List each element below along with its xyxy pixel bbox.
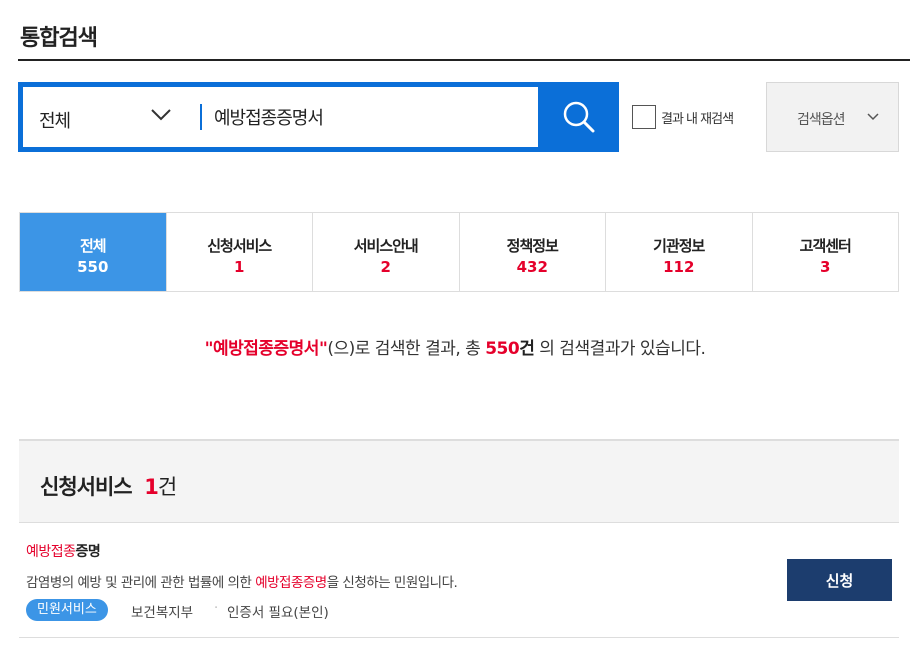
section-header: 신청서비스 1건: [19, 439, 899, 523]
result-auth-requirement: 인증서 필요(본인): [227, 605, 329, 621]
tab-count: 3: [820, 258, 831, 276]
search-bar: 전체: [18, 82, 619, 152]
search-input[interactable]: [208, 87, 533, 147]
category-tabs: 전체 550 신청서비스 1 서비스안내 2 정책정보 432 기관정보 112…: [19, 212, 899, 292]
tab-count: 432: [516, 258, 548, 276]
tab-count: 2: [380, 258, 391, 276]
tab-label: 전체: [79, 237, 107, 255]
result-agency: 보건복지부: [131, 605, 194, 621]
text-cursor: [200, 104, 202, 130]
resort-checkbox[interactable]: [632, 105, 656, 129]
search-field-wrapper: 전체: [23, 87, 538, 147]
resort-checkbox-label[interactable]: 결과 내 재검색: [661, 108, 734, 127]
list-item: 예방접종증명 감염병의 예방 및 관리에 관한 법률에 의한 예방접종증명을 신…: [19, 523, 899, 638]
tab-application-service[interactable]: 신청서비스 1: [165, 213, 312, 291]
tab-policy-info[interactable]: 정책정보 432: [458, 213, 605, 291]
apply-button[interactable]: 신청: [787, 559, 892, 601]
summary-tail-text: 의 검색결과가 있습니다.: [534, 339, 706, 359]
chevron-down-icon: [151, 109, 171, 121]
search-icon: [563, 101, 594, 133]
summary-keyword: 예방접종증명서: [212, 339, 319, 359]
search-scope-select[interactable]: 전체: [23, 87, 198, 147]
tab-label: 고객센터: [799, 237, 852, 255]
tab-all[interactable]: 전체 550: [20, 213, 166, 291]
category-badge: 민원서비스: [26, 599, 108, 621]
search-scope-value: 전체: [39, 111, 71, 132]
section-title-text: 신청서비스: [40, 475, 133, 499]
result-desc-pre: 감염병의 예방 및 관리에 관한 법률에 의한: [26, 575, 256, 591]
result-desc-highlight: 예방접종증명: [255, 575, 327, 591]
tab-label: 기관정보: [653, 237, 705, 255]
tab-customer-center[interactable]: 고객센터 3: [751, 213, 898, 291]
tab-service-guide[interactable]: 서비스안내 2: [312, 213, 459, 291]
search-summary: "예방접종증명서"(으)로 검색한 결과, 총 550건 의 검색결과가 있습니…: [0, 334, 910, 359]
summary-open-quote: ": [204, 339, 214, 359]
section-unit: 건: [157, 475, 177, 499]
search-button[interactable]: [538, 82, 619, 152]
summary-total: 550: [485, 339, 520, 359]
page-title: 통합검색: [20, 26, 98, 51]
section-title: 신청서비스 1건: [40, 471, 177, 501]
summary-unit: 건: [519, 339, 535, 359]
result-desc-post: 을 신청하는 민원입니다.: [326, 575, 458, 591]
result-title-link[interactable]: 예방접종증명: [26, 541, 101, 561]
summary-mid-text: (으)로 검색한 결과, 총: [327, 339, 486, 359]
result-title-rest: 증명: [75, 544, 101, 560]
search-options-button[interactable]: 검색옵션: [766, 82, 899, 152]
tab-count: 1: [234, 258, 245, 276]
tab-label: 신청서비스: [207, 237, 272, 255]
result-title-highlight: 예방접종: [26, 544, 76, 560]
tab-count: 112: [663, 258, 695, 276]
section-count: 1: [144, 475, 159, 499]
title-divider: [18, 59, 910, 61]
tab-agency-info[interactable]: 기관정보 112: [605, 213, 752, 291]
tab-label: 서비스안내: [353, 237, 419, 255]
tab-label: 정책정보: [506, 237, 559, 255]
result-description: 감염병의 예방 및 관리에 관한 법률에 의한 예방접종증명을 신청하는 민원입…: [26, 571, 458, 591]
search-options-label: 검색옵션: [797, 112, 846, 128]
chevron-down-icon: [867, 113, 879, 121]
tab-count: 550: [77, 258, 109, 276]
separator-dot: ·: [214, 601, 219, 616]
